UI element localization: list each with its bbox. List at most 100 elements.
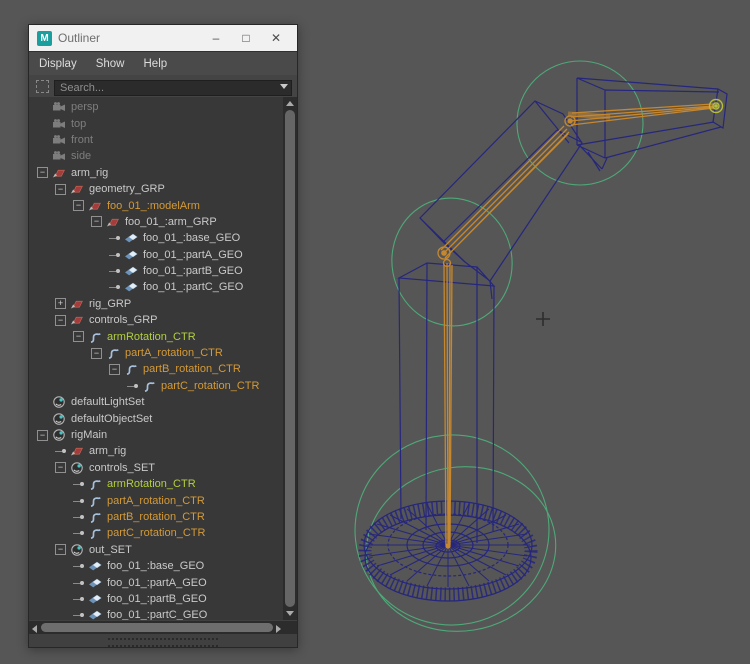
transform-node-icon [88,199,103,213]
node-label: foo_01_:base_GEO [107,560,205,573]
maximize-button[interactable]: □ [231,31,261,45]
node-label: armRotation_CTR [107,478,196,491]
tree-row[interactable]: front [29,132,283,148]
collapse-toggle-icon[interactable]: − [55,314,66,326]
collapse-toggle-icon[interactable]: − [109,363,120,375]
set-node-icon [70,543,85,557]
tree-row[interactable]: foo_01_:partC_GEO [29,279,283,295]
collapse-toggle-icon[interactable]: − [73,200,84,212]
tree-row[interactable]: armRotation_CTR [29,476,283,492]
tree-row[interactable]: − partA_rotation_CTR [29,345,283,361]
search-dropdown-icon[interactable] [280,84,288,89]
tree-row[interactable]: − foo_01_:modelArm [29,197,283,213]
node-label: side [71,150,92,163]
leaf-connector [109,282,124,292]
node-label: partA_rotation_CTR [107,494,205,507]
vertical-scrollbar[interactable] [283,97,297,620]
crosshair-cursor-icon [536,312,550,326]
tree-row[interactable]: − foo_01_:arm_GRP [29,214,283,230]
tree-area: persp top front side − arm_rig − geometry_GRP − f… [29,97,297,620]
curve-node-icon [88,494,103,508]
expand-toggle-icon[interactable]: + [55,298,66,310]
camera-node-icon [52,133,67,147]
collapse-toggle-icon[interactable]: − [91,347,102,359]
tree-row[interactable]: arm_rig [29,443,283,459]
collapse-toggle-icon[interactable]: − [91,216,102,228]
collapse-toggle-icon[interactable]: − [55,462,66,474]
horizontal-scroll-thumb[interactable] [41,623,273,632]
collapse-toggle-icon[interactable]: − [37,167,48,179]
vertical-scroll-thumb[interactable] [285,110,295,607]
tree-row[interactable]: − geometry_GRP [29,181,283,197]
menu-display[interactable]: Display [39,58,77,70]
menu-help[interactable]: Help [144,58,168,70]
tree-row[interactable]: foo_01_:partB_GEO [29,591,283,607]
tree-row[interactable]: partB_rotation_CTR [29,509,283,525]
outliner-window: M Outliner – □ ✕ Display Show Help persp… [28,24,298,648]
scroll-down-icon[interactable] [286,611,294,616]
tree-row[interactable]: − out_SET [29,542,283,558]
minimize-button[interactable]: – [201,31,231,45]
scroll-right-icon[interactable] [276,625,281,633]
tree-row[interactable]: − arm_rig [29,165,283,181]
mesh-node-icon [124,231,139,245]
tree-row[interactable]: − armRotation_CTR [29,328,283,344]
collapse-toggle-icon[interactable]: − [73,331,84,343]
collapse-toggle-icon[interactable]: − [55,544,66,556]
tree-row[interactable]: − rigMain [29,427,283,443]
rig-curves[interactable] [437,103,715,549]
curve-node-icon [124,362,139,376]
scroll-left-icon[interactable] [32,625,37,633]
title-bar[interactable]: M Outliner – □ ✕ [29,25,297,51]
tree-row[interactable]: partA_rotation_CTR [29,492,283,508]
tree-row[interactable]: persp [29,99,283,115]
tree-row[interactable]: − controls_SET [29,460,283,476]
node-label: partC_rotation_CTR [107,527,206,540]
transform-node-icon [70,182,85,196]
tree-row[interactable]: foo_01_:partB_GEO [29,263,283,279]
tree-row[interactable]: defaultObjectSet [29,410,283,426]
filter-select-icon[interactable] [36,79,49,93]
tree-row[interactable]: top [29,115,283,131]
menu-show[interactable]: Show [96,58,125,70]
set-node-icon [52,428,67,442]
tree-row[interactable]: partC_rotation_CTR [29,378,283,394]
window-bottom-strip [29,634,297,647]
resize-grip[interactable] [108,638,218,647]
node-label: defaultObjectSet [71,412,153,425]
tree-row[interactable]: foo_01_:partC_GEO [29,607,283,620]
close-button[interactable]: ✕ [261,31,291,45]
leaf-connector [109,250,124,260]
search-input[interactable] [54,80,292,96]
tree-row[interactable]: foo_01_:base_GEO [29,230,283,246]
tree-row[interactable]: foo_01_:partA_GEO [29,574,283,590]
tree-row[interactable]: side [29,148,283,164]
node-label: foo_01_:base_GEO [143,232,241,245]
node-label: top [71,117,87,130]
tree-row[interactable]: partC_rotation_CTR [29,525,283,541]
collapse-toggle-icon[interactable]: − [37,429,48,441]
tree-row[interactable]: foo_01_:partA_GEO [29,247,283,263]
tree-row[interactable]: foo_01_:base_GEO [29,558,283,574]
scroll-up-icon[interactable] [286,101,294,106]
node-label: partB_rotation_CTR [107,510,205,523]
leaf-connector [73,610,88,620]
node-label: foo_01_:partA_GEO [107,576,207,589]
collapse-toggle-icon[interactable]: − [55,183,66,195]
node-label: foo_01_:arm_GRP [125,215,217,228]
transform-node-icon [52,166,67,180]
horizontal-scrollbar[interactable] [29,621,297,634]
tree-row[interactable]: + rig_GRP [29,296,283,312]
leaf-connector [73,561,88,571]
mesh-node-icon [124,280,139,294]
set-node-icon [70,461,85,475]
camera-node-icon [52,117,67,131]
node-label: armRotation_CTR [107,330,196,343]
leaf-connector [73,512,88,522]
leaf-connector [73,479,88,489]
tree-row[interactable]: defaultLightSet [29,394,283,410]
tree-row[interactable]: − partB_rotation_CTR [29,361,283,377]
mesh-node-icon [88,608,103,620]
tree-row[interactable]: − controls_GRP [29,312,283,328]
curve-node-icon [88,510,103,524]
